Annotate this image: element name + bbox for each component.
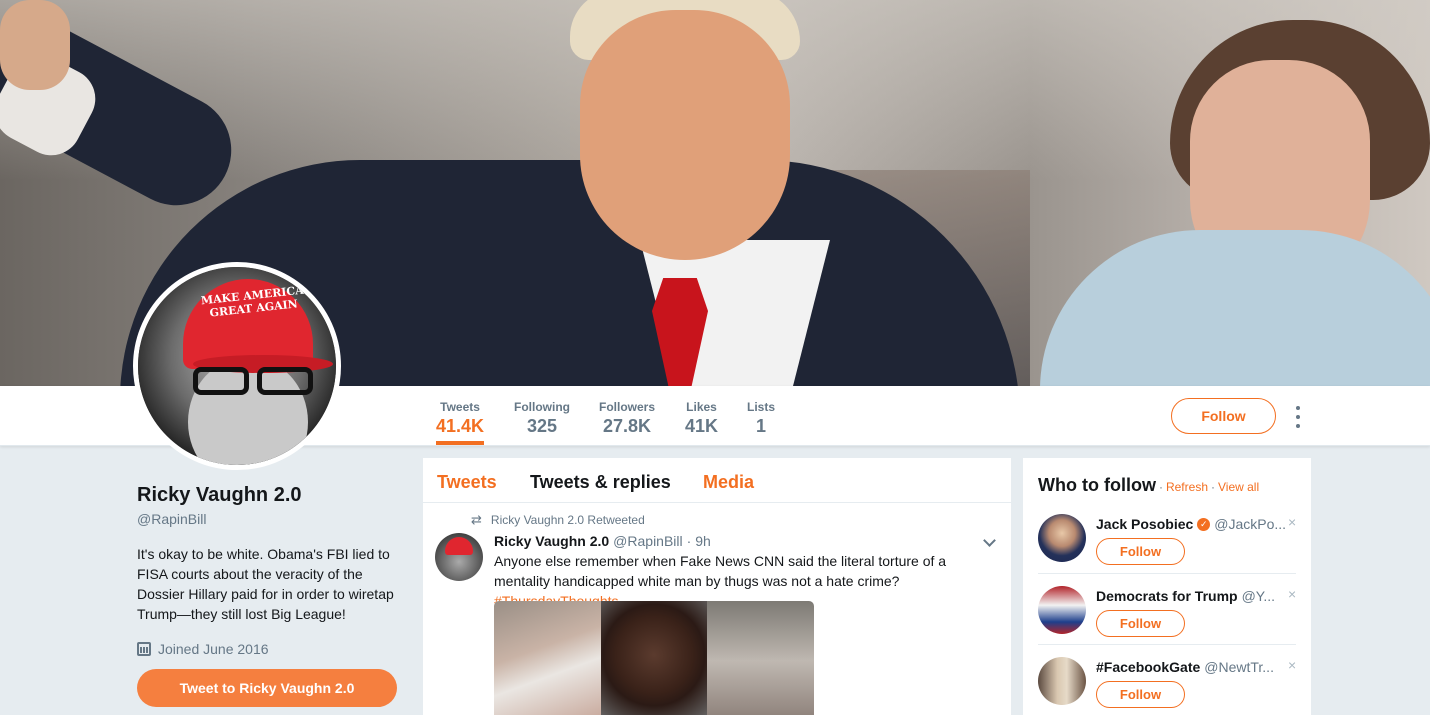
calendar-icon [137, 642, 151, 656]
who-to-follow: Who to follow · Refresh · View all Jack … [1023, 458, 1311, 715]
recommendation-name: #FacebookGate [1096, 659, 1201, 675]
separator-dot: · [1158, 480, 1163, 494]
stat-label: Tweets [440, 400, 480, 414]
retweet-icon: ⇄ [471, 512, 482, 527]
more-vertical-icon[interactable] [1290, 406, 1306, 428]
media-image-2[interactable] [600, 601, 708, 715]
stat-label: Lists [747, 400, 776, 414]
timeline: Tweets Tweets & replies Media ⇄ Ricky Va… [423, 458, 1011, 715]
profile-avatar[interactable]: MAKE AMERICA GREAT AGAIN [133, 262, 341, 470]
retweet-context[interactable]: ⇄ Ricky Vaughn 2.0 Retweeted [471, 512, 645, 528]
separator-dot: · [1211, 480, 1215, 494]
tab-tweets[interactable]: Tweets [437, 472, 497, 493]
stat-following[interactable]: Following 325 [514, 400, 570, 437]
tweet-media[interactable] [494, 601, 814, 715]
tweet-avatar[interactable] [435, 533, 483, 581]
follow-button[interactable]: Follow [1096, 610, 1185, 637]
recommendation-name: Jack Posobiec [1096, 516, 1194, 532]
close-icon[interactable]: × [1288, 657, 1296, 673]
banner-man-hand [0, 0, 70, 90]
refresh-link[interactable]: Refresh [1166, 480, 1208, 494]
profile-name[interactable]: Ricky Vaughn 2.0 [137, 484, 407, 507]
profile-handle[interactable]: @RapinBill [137, 511, 407, 527]
stat-likes[interactable]: Likes 41K [685, 400, 718, 437]
who-to-follow-title: Who to follow [1038, 475, 1156, 495]
recommendation-name-row[interactable]: Democrats for Trump @Y... [1096, 588, 1275, 604]
stat-label: Followers [599, 400, 656, 414]
tweet-header: Ricky Vaughn 2.0 @RapinBill · 9h [494, 533, 711, 549]
recommendation-name: Democrats for Trump [1096, 588, 1238, 604]
stat-value: 41.4K [436, 416, 485, 436]
media-image-1[interactable] [494, 601, 601, 715]
recommendation-name-row[interactable]: #FacebookGate @NewtTr... [1096, 659, 1274, 675]
banner-woman-coat [1040, 230, 1430, 386]
joined-date: Joined June 2016 [158, 641, 269, 657]
tweet-author-handle[interactable]: @RapinBill [613, 533, 682, 549]
chevron-down-icon[interactable] [983, 534, 997, 548]
close-icon[interactable]: × [1288, 586, 1296, 602]
recommendation-handle: @NewtTr... [1204, 659, 1274, 675]
divider [1038, 573, 1296, 574]
follow-button[interactable]: Follow [1096, 681, 1185, 708]
banner-man-face [580, 10, 790, 260]
recommendation-avatar[interactable] [1038, 586, 1086, 634]
stat-label: Likes [686, 400, 717, 414]
follow-button[interactable]: Follow [1096, 538, 1185, 565]
tweet-timestamp[interactable]: · 9h [687, 533, 711, 549]
verified-badge-icon: ✓ [1197, 517, 1211, 531]
stat-value: 27.8K [602, 416, 652, 436]
stat-lists[interactable]: Lists 1 [747, 400, 775, 437]
recommendation-avatar[interactable] [1038, 657, 1086, 705]
media-image-3[interactable] [707, 601, 814, 715]
view-all-link[interactable]: View all [1218, 480, 1259, 494]
recommendation-item: #FacebookGate @NewtTr... × Follow [1038, 657, 1296, 715]
timeline-tabs: Tweets Tweets & replies Media [423, 458, 1011, 503]
tweet-avatar-hat [445, 537, 473, 555]
recommendation-name-row[interactable]: Jack Posobiec ✓ @JackPo... [1096, 516, 1286, 532]
tweet-author-name[interactable]: Ricky Vaughn 2.0 [494, 533, 609, 549]
tweet-body: Anyone else remember when Fake News CNN … [494, 553, 947, 589]
stat-followers[interactable]: Followers 27.8K [599, 400, 655, 437]
tab-tweets-replies[interactable]: Tweets & replies [530, 472, 671, 493]
profile-card: Ricky Vaughn 2.0 @RapinBill It's okay to… [137, 484, 407, 657]
profile-joined: Joined June 2016 [137, 641, 407, 657]
stat-value: 325 [526, 416, 558, 436]
close-icon[interactable]: × [1288, 514, 1296, 530]
avatar-glasses [193, 367, 323, 397]
who-to-follow-header: Who to follow · Refresh · View all [1038, 475, 1259, 496]
stat-label: Following [514, 400, 570, 414]
tab-media[interactable]: Media [703, 472, 754, 493]
profile-bio: It's okay to be white. Obama's FBI lied … [137, 546, 394, 622]
tweet-to-button[interactable]: Tweet to Ricky Vaughn 2.0 [137, 669, 397, 707]
retweet-context-label: Ricky Vaughn 2.0 Retweeted [490, 513, 645, 527]
divider [1038, 644, 1296, 645]
stat-value: 41K [685, 416, 719, 436]
recommendation-handle: @JackPo... [1214, 516, 1287, 532]
stat-value: 1 [756, 416, 767, 436]
follow-button[interactable]: Follow [1171, 398, 1276, 434]
recommendation-handle: @Y... [1241, 588, 1276, 604]
recommendation-item: Democrats for Trump @Y... × Follow [1038, 586, 1296, 656]
stat-tweets[interactable]: Tweets 41.4K [436, 400, 485, 445]
recommendation-avatar[interactable] [1038, 514, 1086, 562]
